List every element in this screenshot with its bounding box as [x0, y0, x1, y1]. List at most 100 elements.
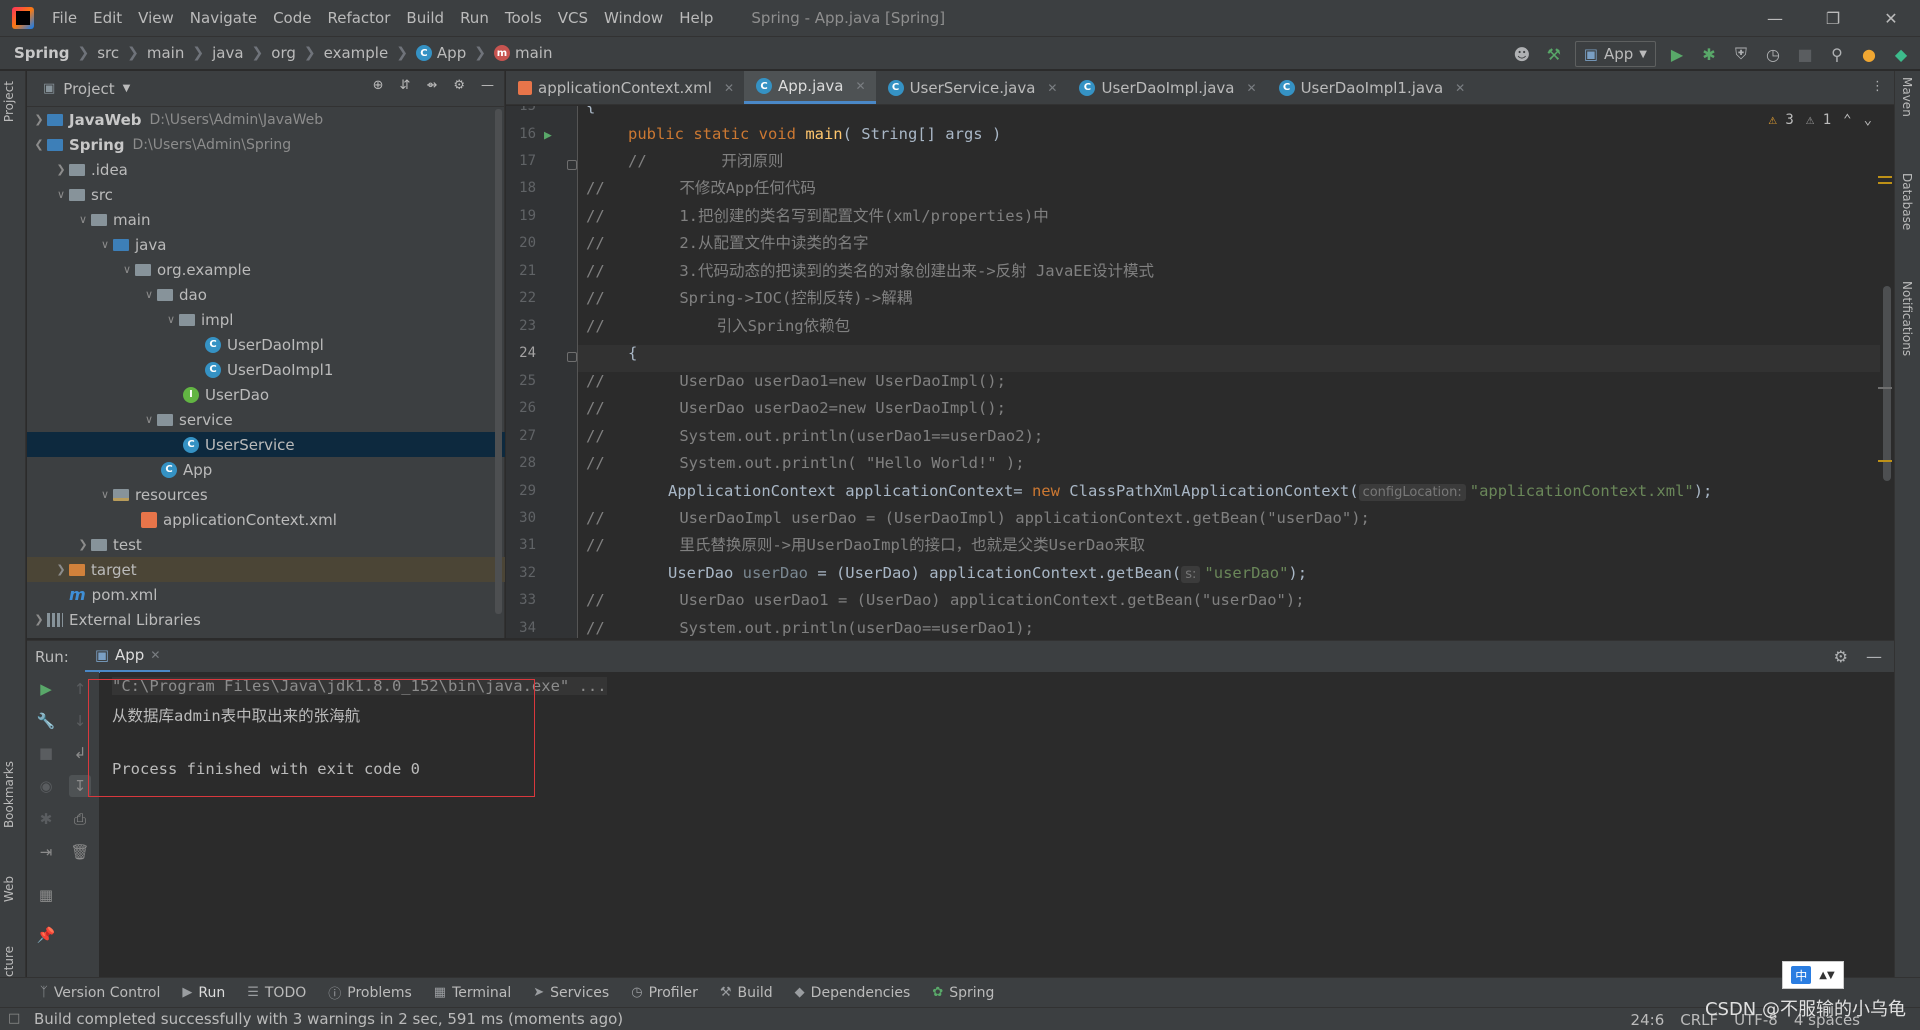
ime-widget[interactable]: 中 ▲▼	[1782, 961, 1844, 989]
run-tab-app[interactable]: ▣ App ✕	[84, 641, 171, 673]
project-tool-tab[interactable]: Project	[2, 81, 16, 122]
project-scrollbar[interactable]	[495, 109, 502, 614]
tool-dependencies[interactable]: ◆ Dependencies	[795, 985, 911, 1001]
tree-item-resources[interactable]: ∨ resources	[27, 482, 505, 507]
database-tool-tab[interactable]: Database	[1900, 173, 1914, 230]
chevron-down-icon[interactable]: ▼	[123, 83, 131, 94]
tree-item-userdao[interactable]: I UserDao	[27, 382, 505, 407]
tree-item-pom-xml[interactable]: m pom.xml	[27, 582, 505, 607]
tool-build[interactable]: ⚒ Build	[720, 985, 773, 1001]
fold-marker-icon[interactable]	[567, 352, 577, 362]
status-toggle-icon[interactable]: □	[8, 1011, 20, 1026]
tab-app-java[interactable]: C App.java ✕	[744, 71, 876, 104]
tree-item-java[interactable]: ∨ java	[27, 232, 505, 257]
breadcrumb-src[interactable]: src	[93, 44, 123, 62]
wrench-icon[interactable]: 🔧	[35, 710, 57, 732]
user-icon[interactable]: ☻	[1511, 43, 1533, 65]
profile-icon[interactable]: ◷	[1762, 43, 1784, 65]
login-icon[interactable]: ⇥	[35, 841, 57, 863]
gear-icon[interactable]: ⚙	[453, 78, 465, 93]
notifications-tool-tab[interactable]: Notifications	[1900, 281, 1914, 356]
layout-icon[interactable]: ▦	[35, 884, 57, 906]
tree-item-idea[interactable]: ❯ .idea	[27, 157, 505, 182]
tree-item-impl[interactable]: ∨ impl	[27, 307, 505, 332]
close-tab-icon[interactable]: ✕	[150, 648, 160, 662]
tab-userdaoimpl-java[interactable]: C UserDaoImpl.java ✕	[1067, 71, 1266, 104]
menu-edit[interactable]: Edit	[85, 9, 130, 27]
build-hammer-icon[interactable]: ⚒	[1543, 43, 1565, 65]
update-icon[interactable]: ●	[1858, 43, 1880, 65]
tree-item-src[interactable]: ∨ src	[27, 182, 505, 207]
minimize-icon[interactable]: —	[1746, 0, 1804, 36]
editor-scrollbar[interactable]	[1878, 106, 1894, 638]
tab-userservice-java[interactable]: C UserService.java ✕	[876, 71, 1068, 104]
tool-problems[interactable]: ⓘ Problems	[328, 983, 412, 1003]
menu-run[interactable]: Run	[452, 9, 497, 27]
debug-icon[interactable]: ✱	[35, 808, 57, 830]
warning-marker[interactable]	[1878, 182, 1892, 184]
menu-window[interactable]: Window	[596, 9, 671, 27]
restore-icon[interactable]: ❐	[1804, 0, 1862, 36]
close-tab-icon[interactable]: ✕	[1455, 81, 1465, 95]
caret-position[interactable]: 24:6	[1631, 1011, 1665, 1029]
stop-icon[interactable]: ■	[1794, 43, 1816, 65]
run-gutter-icon[interactable]: ▶	[544, 128, 552, 143]
menu-vcs[interactable]: VCS	[550, 9, 596, 27]
project-panel-title[interactable]: Project	[63, 80, 114, 98]
hide-icon[interactable]: —	[1866, 647, 1882, 666]
coverage-icon[interactable]: ⛨	[1730, 43, 1752, 65]
tree-item-main[interactable]: ∨ main	[27, 207, 505, 232]
pin-icon[interactable]: 📌	[35, 924, 57, 946]
expand-all-icon[interactable]: ⇵	[400, 78, 411, 93]
run-configuration-selector[interactable]: ▣ App ▼	[1574, 41, 1656, 67]
gear-icon[interactable]: ⚙	[1834, 647, 1848, 666]
menu-help[interactable]: Help	[671, 9, 721, 27]
breadcrumb-project[interactable]: Spring	[10, 44, 74, 62]
tree-item-external-libraries[interactable]: ❯ External Libraries	[27, 607, 505, 632]
trash-icon[interactable]: 🗑	[69, 841, 91, 863]
chevron-up-icon[interactable]: ⌃	[1843, 112, 1851, 128]
breadcrumb-app[interactable]: C App	[412, 44, 470, 62]
menu-view[interactable]: View	[130, 9, 182, 27]
menu-build[interactable]: Build	[398, 9, 452, 27]
menu-refactor[interactable]: Refactor	[319, 9, 398, 27]
menu-code[interactable]: Code	[265, 9, 319, 27]
tab-applicationcontext-xml[interactable]: applicationContext.xml ✕	[506, 71, 744, 104]
bookmarks-tool-tab[interactable]: Bookmarks	[2, 761, 16, 828]
tab-userdaoimpl1-java[interactable]: C UserDaoImpl1.java ✕	[1267, 71, 1476, 104]
warning-marker[interactable]	[1878, 460, 1892, 462]
status-message[interactable]: Build completed successfully with 3 warn…	[34, 1010, 623, 1028]
tree-item-test[interactable]: ❯ test	[27, 532, 505, 557]
debug-icon[interactable]: ✱	[1698, 43, 1720, 65]
run-icon[interactable]: ▶	[1666, 43, 1688, 65]
web-tool-tab[interactable]: Web	[2, 876, 16, 902]
tool-todo[interactable]: ☰ TODO	[247, 985, 306, 1001]
chevron-down-icon[interactable]: ⌄	[1864, 112, 1872, 128]
code-editor[interactable]: 15 16 17 18 19 20 21 22 23 24 25 26 27 2…	[506, 106, 1894, 638]
tool-services[interactable]: ➤ Services	[533, 985, 609, 1001]
close-tab-icon[interactable]: ✕	[856, 79, 866, 93]
menu-file[interactable]: File	[44, 9, 85, 27]
print-icon[interactable]: ⎙	[69, 808, 91, 830]
tree-item-target[interactable]: ❯ target	[27, 557, 505, 582]
close-icon[interactable]: ✕	[1862, 0, 1920, 36]
tree-item-applicationcontext-xml[interactable]: applicationContext.xml	[27, 507, 505, 532]
tree-item-userdaoimpl1[interactable]: C UserDaoImpl1	[27, 357, 505, 382]
collapse-all-icon[interactable]: ⇴	[426, 78, 437, 93]
breadcrumb-example[interactable]: example	[320, 44, 393, 62]
tree-item-javaweb[interactable]: ❯ JavaWeb D:\Users\Admin\JavaWeb	[27, 107, 505, 132]
stop-icon[interactable]: ■	[35, 742, 57, 764]
fold-marker-icon[interactable]	[567, 160, 577, 170]
maven-tool-tab[interactable]: Maven	[1900, 77, 1914, 117]
close-tab-icon[interactable]: ✕	[724, 81, 734, 95]
tree-item-app[interactable]: C App	[27, 457, 505, 482]
hide-icon[interactable]: —	[481, 78, 494, 93]
tree-item-service[interactable]: ∨ service	[27, 407, 505, 432]
more-tabs-icon[interactable]: ⋮	[1871, 79, 1884, 94]
tree-item-userservice[interactable]: C UserService	[27, 432, 505, 457]
breadcrumb-main[interactable]: main	[143, 44, 188, 62]
tree-item-spring[interactable]: ❮ Spring D:\Users\Admin\Spring	[27, 132, 505, 157]
tool-profiler[interactable]: ◷ Profiler	[631, 985, 698, 1001]
rerun-icon[interactable]: ▶	[35, 678, 57, 700]
jetbrains-toolbox-icon[interactable]: ◆	[1890, 43, 1912, 65]
